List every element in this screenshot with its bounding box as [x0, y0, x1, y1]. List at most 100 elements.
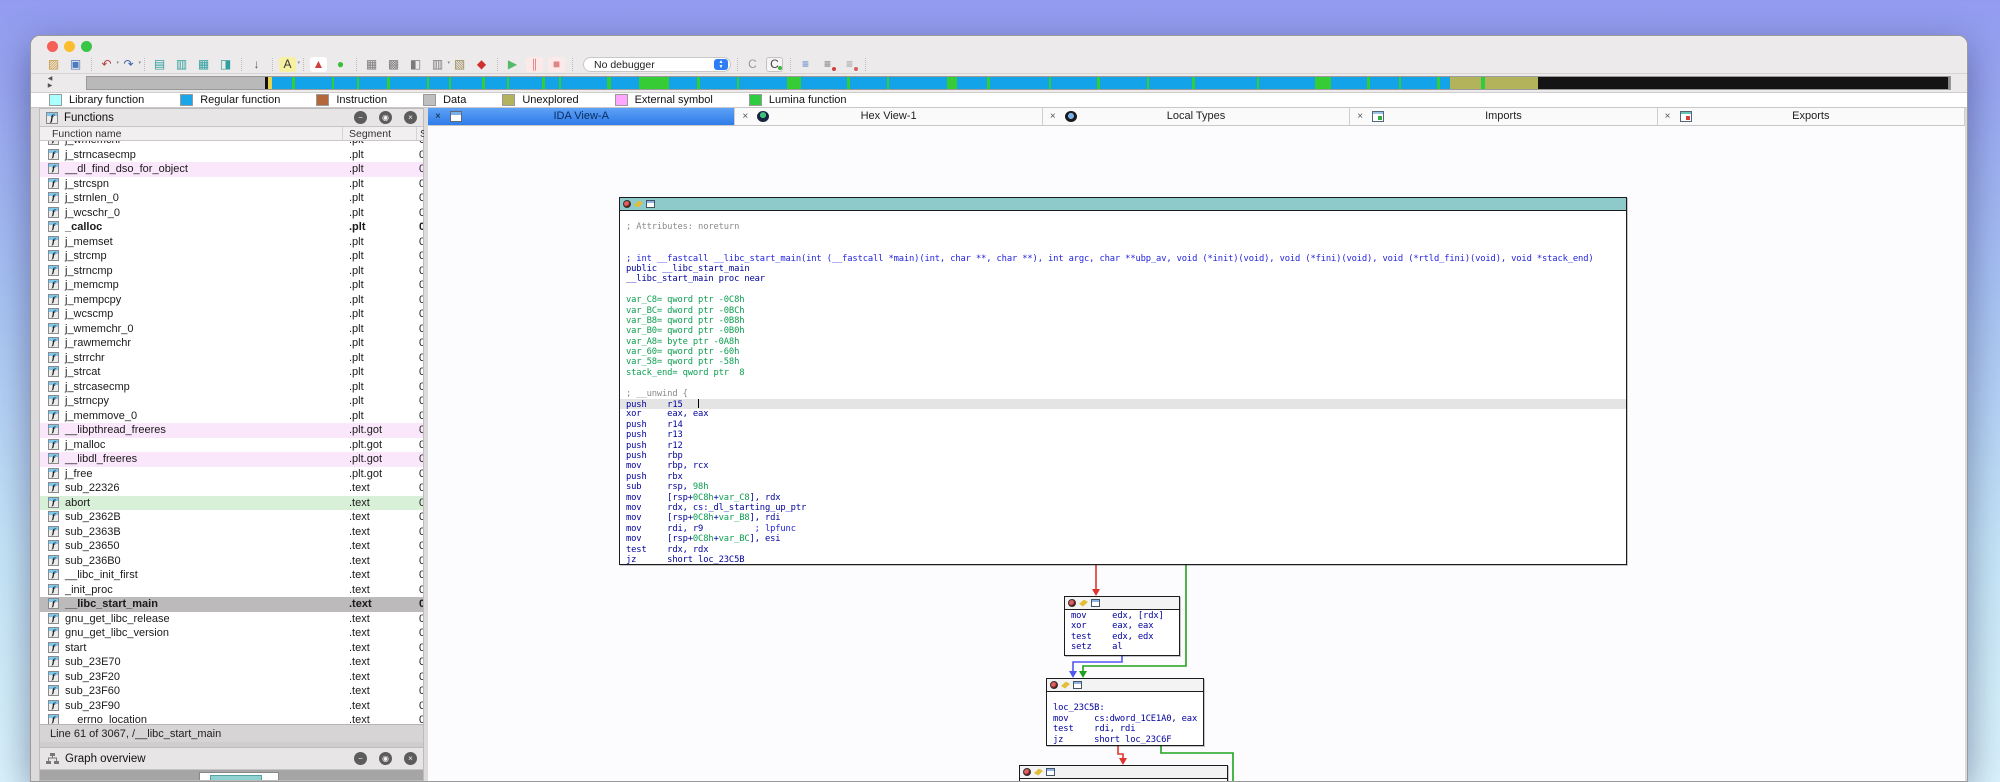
asm-line[interactable]: stack_end= qword ptr 8: [626, 368, 1621, 378]
asm-line[interactable]: mov rdi, r9 ; lpfunc: [626, 524, 1621, 534]
function-row[interactable]: fj_strcasecmp.plt0: [40, 380, 423, 395]
overview-minimize-button[interactable]: −: [354, 752, 367, 765]
navband-scroll-arrows[interactable]: ◀▶: [45, 76, 55, 90]
function-row[interactable]: fj_strncmp.plt0: [40, 264, 423, 279]
windows-list-icon[interactable]: ▥▾: [429, 57, 446, 72]
navigator-icon[interactable]: ▲: [310, 57, 327, 72]
overview-float-button[interactable]: ◉: [379, 752, 392, 765]
function-row[interactable]: f__libc_start_main.text0: [40, 597, 423, 612]
function-row[interactable]: fj_wcscmp.plt0: [40, 307, 423, 322]
lumina-icon[interactable]: ●: [332, 57, 349, 72]
function-row[interactable]: f_calloc.plt0: [40, 220, 423, 235]
function-row[interactable]: fj_malloc.plt.got0: [40, 438, 423, 453]
combo-stepper-icon[interactable]: ▲▼: [714, 59, 728, 70]
tab-imports[interactable]: Imports×: [1350, 108, 1657, 125]
node-title-bar[interactable]: [1047, 679, 1203, 692]
node-run-icon[interactable]: [1023, 768, 1031, 776]
asm-line[interactable]: push r14: [626, 420, 1621, 430]
asm-line[interactable]: jz short loc_23C6F: [1053, 735, 1198, 745]
asm-line[interactable]: mov [rsp+0C8h+var_C8], rdx: [626, 493, 1621, 503]
asm-line[interactable]: mov edx, [rdx]: [1071, 611, 1174, 621]
asm-line[interactable]: mov [rsp+0C8h+var_BC], esi: [626, 534, 1621, 544]
panel-minimize-button[interactable]: −: [354, 111, 367, 124]
asm-line[interactable]: push r13: [626, 430, 1621, 440]
graph-canvas[interactable]: ; Attributes: noreturn ; int __fastcall …: [428, 126, 1965, 781]
node-run-icon[interactable]: [1050, 681, 1058, 689]
asm-line[interactable]: ; Attributes: noreturn: [626, 222, 1621, 232]
tab-exports[interactable]: Exports×: [1658, 108, 1965, 125]
function-row[interactable]: fj_strcmp.plt0: [40, 249, 423, 264]
function-row[interactable]: fgnu_get_libc_version.text0: [40, 626, 423, 641]
compile-c-enabled-icon[interactable]: C: [766, 57, 783, 72]
node-edit-icon[interactable]: [634, 201, 643, 208]
asm-line[interactable]: var_BC= dword ptr -0BCh: [626, 306, 1621, 316]
tab-ida-view-a[interactable]: IDA View-A×: [428, 108, 735, 125]
function-row[interactable]: fj_strcspn.plt0: [40, 177, 423, 192]
function-row[interactable]: fj_memset.plt0: [40, 235, 423, 250]
node-run-icon[interactable]: [623, 200, 631, 208]
run-icon[interactable]: ▶: [504, 57, 521, 72]
asm-line[interactable]: public __libc_start_main: [626, 264, 1621, 274]
function-row[interactable]: f__dl_find_dso_for_object.plt0: [40, 162, 423, 177]
enums-icon[interactable]: ▩: [385, 57, 402, 72]
graph-node-libc-start-main[interactable]: ; Attributes: noreturn ; int __fastcall …: [619, 197, 1627, 565]
asm-line[interactable]: loc_23C5B:: [1053, 703, 1198, 713]
address-navband[interactable]: [86, 76, 1951, 90]
function-row[interactable]: fj_strncpy.plt0: [40, 394, 423, 409]
functions-column-header[interactable]: Function name Segment S: [40, 127, 423, 141]
function-row[interactable]: fj_strnlen_0.plt0: [40, 191, 423, 206]
column-divider[interactable]: [416, 127, 417, 140]
graph-node-check-dl-starting[interactable]: mov edx, [rdx]xor eax, eaxtest edx, edxs…: [1064, 596, 1180, 656]
function-row[interactable]: fsub_2362B.text0: [40, 510, 423, 525]
panel-close-button[interactable]: ×: [404, 111, 417, 124]
graph-node-loc-23C5B[interactable]: loc_23C5B:mov cs:dword_1CE1A0, eaxtest r…: [1046, 678, 1204, 746]
asm-line[interactable]: var_A8= byte ptr -0A8h: [626, 337, 1621, 347]
asm-line[interactable]: jz short loc_23C5B: [626, 555, 1621, 565]
asm-line[interactable]: push r12: [626, 441, 1621, 451]
asm-line[interactable]: ; int __fastcall __libc_start_main(int (…: [626, 254, 1621, 264]
asm-line[interactable]: push rbp: [626, 451, 1621, 461]
graph-overview-header[interactable]: Graph overview − ◉ ×: [40, 747, 423, 770]
node-title-bar[interactable]: [620, 198, 1626, 211]
function-row[interactable]: fsub_23F90.text0: [40, 699, 423, 714]
debug-windows-icon[interactable]: ≡: [797, 57, 814, 72]
column-divider[interactable]: [342, 127, 343, 140]
database-lock-icon[interactable]: ▦: [195, 57, 212, 72]
function-row[interactable]: fstart.text0: [40, 641, 423, 656]
function-row[interactable]: fj_strcat.plt0: [40, 365, 423, 380]
node-title-bar[interactable]: [1020, 766, 1227, 779]
function-row[interactable]: fj_memmove_0.plt0: [40, 409, 423, 424]
function-row[interactable]: f__libc_init_first.text0: [40, 568, 423, 583]
close-window-button[interactable]: [47, 41, 58, 52]
asm-line[interactable]: xor eax, eax: [1071, 621, 1174, 631]
graph-node-partial[interactable]: [1019, 765, 1228, 781]
functions-panel-header[interactable]: f Functions − ◉ ×: [40, 109, 423, 127]
panel-float-button[interactable]: ◉: [379, 111, 392, 124]
asm-line[interactable]: var_58= qword ptr -58h: [626, 357, 1621, 367]
asm-line[interactable]: mov rdx, cs:_dl_starting_up_ptr: [626, 503, 1621, 513]
pause-icon[interactable]: ∥: [526, 57, 543, 72]
stop-icon[interactable]: ■: [548, 57, 565, 72]
database-icon[interactable]: ▤: [151, 57, 168, 72]
function-row[interactable]: fabort.text0: [40, 496, 423, 511]
text-view-icon[interactable]: A▾: [279, 57, 296, 72]
function-row[interactable]: fj_strrchr.plt0: [40, 351, 423, 366]
asm-line[interactable]: test rdx, rdx: [626, 545, 1621, 555]
asm-line[interactable]: test edx, edx: [1071, 632, 1174, 642]
asm-line[interactable]: mov rbp, rcx: [626, 461, 1621, 471]
jump-icon[interactable]: ↓: [248, 57, 265, 72]
function-row[interactable]: fsub_236B0.text0: [40, 554, 423, 569]
tab-hex-view-1[interactable]: Hex View-1×: [735, 108, 1042, 125]
function-row[interactable]: fj_wmemchr_0.plt0: [40, 322, 423, 337]
asm-line[interactable]: var_B8= qword ptr -0B8h: [626, 316, 1621, 326]
minimize-window-button[interactable]: [64, 41, 75, 52]
debugger-select[interactable]: No debugger▲▼: [583, 57, 731, 72]
tab-close-icon[interactable]: ×: [435, 111, 441, 122]
function-row[interactable]: fj_memcmp.plt0: [40, 278, 423, 293]
asm-line[interactable]: var_C8= qword ptr -0C8h: [626, 295, 1621, 305]
function-row[interactable]: fsub_2363B.text0: [40, 525, 423, 540]
node-edit-icon[interactable]: [1034, 769, 1043, 776]
asm-line[interactable]: mov [rsp+0C8h+var_B8], rdi: [626, 513, 1621, 523]
asm-line[interactable]: [626, 233, 1621, 243]
node-edit-icon[interactable]: [1061, 682, 1070, 689]
